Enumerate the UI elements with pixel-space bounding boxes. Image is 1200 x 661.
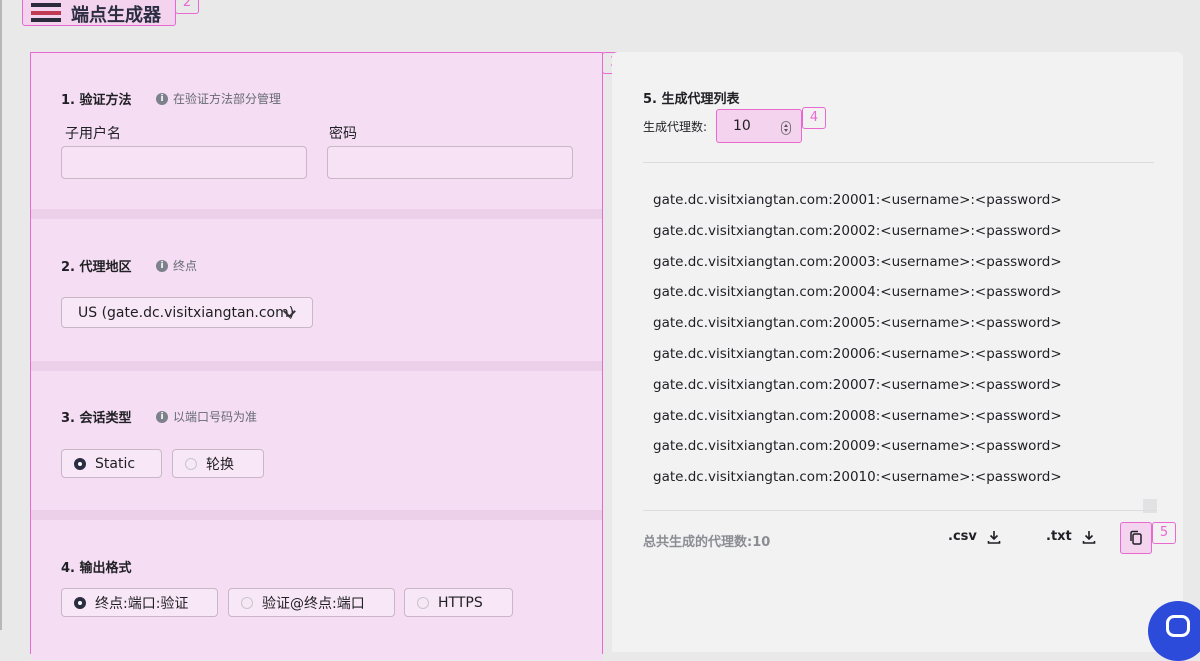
annotation-badge: 2	[175, 0, 199, 14]
page-title: 端点生成器	[71, 5, 161, 26]
annotation-badge: 4	[802, 107, 826, 129]
list-item: gate.dc.visitxiangtan.com:20002:<usernam…	[653, 222, 1062, 239]
download-txt-button[interactable]: .txt	[1046, 529, 1096, 544]
username-label: 子用户名	[65, 126, 121, 142]
header: 端点生成器	[22, 0, 176, 26]
divider	[643, 162, 1154, 163]
radio-unselected-icon	[185, 457, 197, 470]
section-divider	[31, 361, 602, 371]
annotation-badge: 5	[1152, 522, 1176, 544]
logo-icon	[31, 3, 63, 23]
session-option-static[interactable]: Static	[61, 449, 162, 478]
list-item: gate.dc.visitxiangtan.com:20008:<usernam…	[653, 407, 1062, 424]
chat-widget-button[interactable]	[1148, 601, 1200, 661]
section-hint: i 在验证方法部分管理	[156, 90, 281, 107]
session-option-rotating[interactable]: 轮换	[172, 449, 264, 478]
password-field[interactable]	[327, 146, 573, 179]
info-icon: i	[156, 259, 168, 272]
radio-selected-icon	[74, 596, 86, 609]
list-item: gate.dc.visitxiangtan.com:20004:<usernam…	[653, 284, 1062, 301]
settings-panel: 1. 验证方法 i 在验证方法部分管理 子用户名 密码 2. 代理地区 i 终点…	[30, 52, 603, 660]
list-item: gate.dc.visitxiangtan.com:20005:<usernam…	[653, 315, 1062, 332]
proxy-count-label: 生成代理数:	[643, 120, 708, 134]
session-section: 3. 会话类型 i 以端口号码为准 Static 轮换	[31, 371, 602, 510]
info-icon: i	[156, 410, 168, 423]
section-hint: i 终点	[156, 257, 197, 274]
list-item: gate.dc.visitxiangtan.com:20007:<usernam…	[653, 376, 1062, 393]
list-item: gate.dc.visitxiangtan.com:20006:<usernam…	[653, 345, 1062, 362]
section-title: 4. 输出格式	[61, 561, 132, 576]
format-option-https[interactable]: HTTPS	[404, 588, 513, 617]
auth-section: 1. 验证方法 i 在验证方法部分管理 子用户名 密码	[31, 53, 602, 209]
section-hint: i 以端口号码为准	[156, 408, 257, 425]
proxy-list: gate.dc.visitxiangtan.com:20001:<usernam…	[653, 190, 1062, 498]
divider	[643, 510, 1157, 511]
section-divider	[31, 510, 602, 520]
region-select[interactable]: US (gate.dc.visitxiangtan.com)	[61, 297, 313, 328]
format-option-auth-endpoint-port[interactable]: 验证@终点:端口	[228, 588, 395, 617]
list-item: gate.dc.visitxiangtan.com:20009:<usernam…	[653, 438, 1062, 455]
window-edge	[0, 0, 2, 630]
section-title: 1. 验证方法	[61, 93, 132, 108]
copy-button[interactable]	[1120, 522, 1152, 554]
password-label: 密码	[329, 126, 357, 142]
format-section: 4. 输出格式 终点:端口:验证 验证@终点:端口 HTTPS	[31, 520, 602, 660]
stepper-arrows-icon[interactable]	[781, 121, 791, 135]
section-title: 5. 生成代理列表	[643, 92, 740, 107]
section-title: 3. 会话类型	[61, 411, 132, 426]
download-csv-button[interactable]: .csv	[948, 529, 1001, 544]
radio-unselected-icon	[417, 596, 429, 609]
download-icon	[1082, 530, 1096, 544]
info-icon: i	[156, 92, 168, 105]
list-item: gate.dc.visitxiangtan.com:20003:<usernam…	[653, 253, 1062, 270]
list-item: gate.dc.visitxiangtan.com:20010:<usernam…	[653, 469, 1062, 486]
download-icon	[987, 530, 1001, 544]
username-field[interactable]	[61, 146, 307, 179]
proxy-list-panel: 5. 生成代理列表 生成代理数: 10 gate.dc.visitxiangta…	[612, 52, 1183, 652]
total-proxies-text: 总共生成的代理数:10	[643, 535, 771, 550]
section-divider	[31, 209, 602, 219]
radio-unselected-icon	[241, 596, 253, 609]
region-section: 2. 代理地区 i 终点	[31, 219, 602, 361]
section-title: 2. 代理地区	[61, 260, 132, 275]
chat-icon	[1166, 615, 1190, 637]
proxy-count-stepper[interactable]: 10	[716, 109, 802, 143]
copy-icon	[1130, 530, 1142, 545]
list-item: gate.dc.visitxiangtan.com:20001:<usernam…	[653, 192, 1062, 208]
format-option-endpoint-port-auth[interactable]: 终点:端口:验证	[61, 588, 218, 617]
radio-selected-icon	[74, 457, 86, 470]
